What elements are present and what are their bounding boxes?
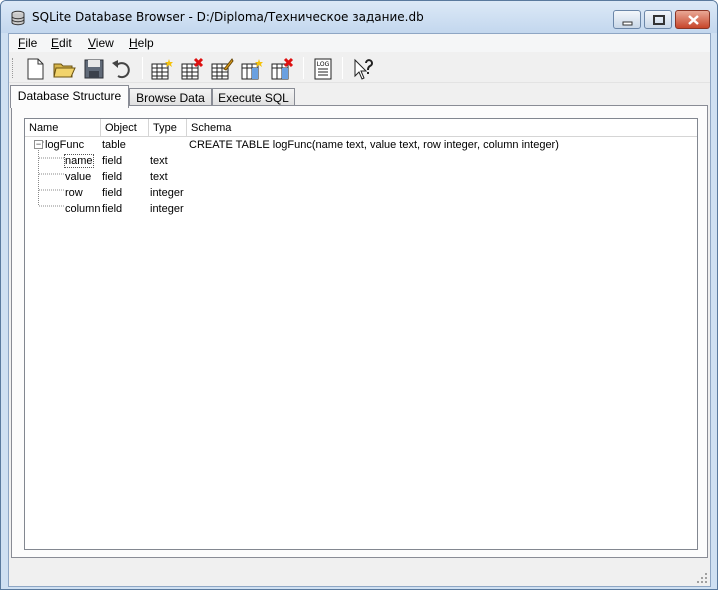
menu-edit-rest: dit — [59, 36, 72, 50]
minimize-icon — [622, 21, 633, 26]
toolbar-separator — [142, 57, 143, 79]
maximize-icon — [653, 15, 665, 25]
size-grip-icon[interactable] — [696, 572, 708, 584]
save-icon[interactable] — [82, 57, 106, 81]
row-type: text — [150, 155, 168, 167]
menu-file[interactable]: File — [18, 36, 37, 50]
tab-bar: Database Structure Browse Data Execute S… — [9, 85, 710, 108]
close-icon — [688, 15, 699, 25]
row-name: row — [65, 187, 83, 199]
maximize-button[interactable] — [644, 10, 672, 29]
row-type: integer — [150, 203, 184, 215]
row-object: field — [102, 155, 123, 167]
menu-help[interactable]: Help — [129, 36, 154, 50]
status-bar — [9, 570, 710, 586]
close-button[interactable] — [675, 10, 710, 29]
row-object: table — [102, 139, 126, 151]
column-header-object[interactable]: Object — [101, 119, 149, 137]
column-header-type[interactable]: Type — [149, 119, 187, 137]
tab-database-structure[interactable]: Database Structure — [10, 85, 129, 108]
row-type: integer — [150, 187, 184, 199]
app-window: SQLite Database Browser - D:/Diploma/Тех… — [0, 0, 718, 590]
whats-this-icon[interactable] — [351, 57, 375, 81]
title-bar[interactable]: SQLite Database Browser - D:/Diploma/Тех… — [1, 1, 717, 33]
minimize-button[interactable] — [613, 10, 641, 29]
toolbar: LOG — [9, 53, 710, 83]
create-table-icon[interactable] — [150, 57, 174, 81]
tree-row-field[interactable]: name field text — [25, 154, 697, 170]
menu-help-accel: H — [129, 36, 138, 50]
collapse-icon[interactable]: − — [34, 140, 43, 149]
toolbar-grip[interactable] — [12, 58, 15, 78]
structure-tree[interactable]: Name Object Type Schema − logFunc table … — [24, 118, 698, 550]
toolbar-separator — [342, 57, 343, 79]
delete-table-icon[interactable] — [180, 57, 204, 81]
open-database-icon[interactable] — [52, 57, 76, 81]
row-name: logFunc — [45, 139, 85, 151]
row-name: value — [65, 171, 92, 183]
tree-header: Name Object Type Schema — [25, 119, 697, 137]
tree-row-field[interactable]: column field integer — [25, 202, 697, 218]
log-icon[interactable]: LOG — [311, 57, 335, 81]
column-header-schema[interactable]: Schema — [187, 119, 697, 137]
row-name: column — [65, 203, 101, 215]
menu-view-rest: iew — [95, 36, 114, 50]
delete-index-icon[interactable] — [270, 57, 294, 81]
tree-row-table[interactable]: − logFunc table CREATE TABLE logFunc(nam… — [25, 138, 697, 154]
row-object: field — [102, 203, 123, 215]
tree-row-field[interactable]: row field integer — [25, 186, 697, 202]
row-type: text — [150, 171, 168, 183]
menu-view[interactable]: View — [88, 36, 114, 50]
client-area: File Edit View Help LOG Database Structu… — [8, 33, 711, 587]
row-schema: CREATE TABLE logFunc(name text, value te… — [189, 139, 559, 151]
toolbar-separator — [303, 57, 304, 79]
menu-edit-accel: E — [51, 36, 60, 50]
database-structure-pane: Name Object Type Schema − logFunc table … — [11, 105, 708, 558]
row-name: name — [64, 154, 94, 168]
menu-file-rest: ile — [25, 36, 38, 50]
menu-help-rest: elp — [137, 36, 154, 50]
tree-row-field[interactable]: value field text — [25, 170, 697, 186]
database-icon — [11, 10, 25, 26]
window-title: SQLite Database Browser - D:/Diploma/Тех… — [32, 10, 424, 24]
row-object: field — [102, 171, 123, 183]
menu-bar: File Edit View Help — [9, 34, 710, 52]
undo-icon[interactable] — [109, 57, 133, 81]
log-icon-label: LOG — [317, 61, 330, 68]
row-object: field — [102, 187, 123, 199]
create-index-icon[interactable] — [240, 57, 264, 81]
new-database-icon[interactable] — [23, 57, 47, 81]
menu-view-accel: V — [88, 36, 96, 50]
menu-edit[interactable]: Edit — [51, 36, 72, 50]
modify-table-icon[interactable] — [210, 57, 234, 81]
